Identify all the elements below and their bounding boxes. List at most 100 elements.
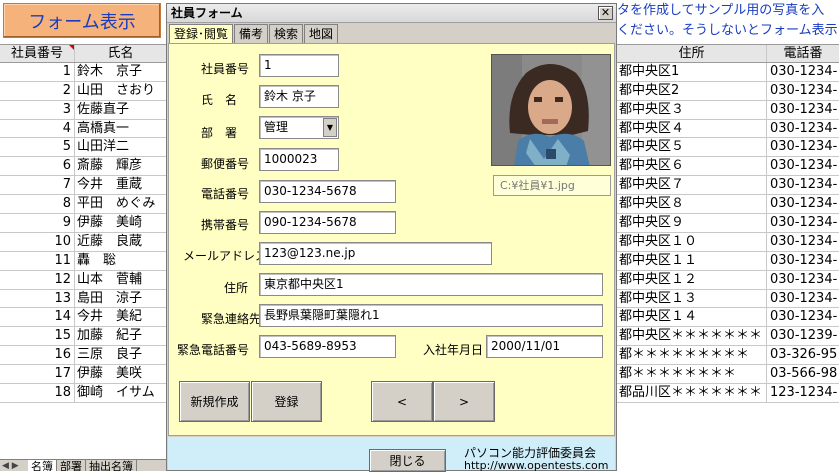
- cell-tel[interactable]: 03-326-95: [767, 346, 839, 364]
- close-icon[interactable]: ✕: [598, 6, 613, 20]
- sheet-tab-roster[interactable]: 名簿: [28, 460, 57, 471]
- cell-address[interactable]: 都中央区４: [617, 119, 767, 138]
- cell-name[interactable]: 平田 めぐみ: [75, 195, 166, 213]
- cell-tel[interactable]: 030-1234-: [767, 63, 839, 81]
- cell-address[interactable]: 都中央区５: [617, 138, 767, 157]
- tab-map[interactable]: 地図: [304, 24, 339, 43]
- cell-tel[interactable]: 123-1234-: [767, 384, 839, 402]
- address-field[interactable]: 東京都中央区1: [259, 273, 603, 296]
- cell-employee-id[interactable]: 18: [0, 384, 75, 402]
- cell-tel[interactable]: 030-1234-: [767, 214, 839, 232]
- name-field[interactable]: 鈴木 京子: [259, 85, 339, 108]
- cell-tel[interactable]: 030-1234-: [767, 195, 839, 213]
- organization-url[interactable]: http://www.opentests.com: [464, 460, 608, 471]
- cell-employee-id[interactable]: 15: [0, 327, 75, 346]
- cell-tel[interactable]: 030-1234-: [767, 101, 839, 119]
- cell-name[interactable]: 山田洋二: [75, 138, 166, 156]
- cell-address[interactable]: 都中央区１４: [617, 308, 767, 327]
- tab-notes[interactable]: 備考: [234, 24, 269, 43]
- cell-employee-id[interactable]: 7: [0, 176, 75, 195]
- cell-address[interactable]: 都中央区７: [617, 176, 767, 195]
- tab-search[interactable]: 検索: [269, 24, 304, 43]
- header-address[interactable]: 住所: [617, 45, 767, 62]
- cell-employee-id[interactable]: 16: [0, 346, 75, 365]
- photo-path-field[interactable]: C:¥社員¥1.jpg: [493, 175, 611, 196]
- cell-address[interactable]: 都＊＊＊＊＊＊＊＊＊: [617, 346, 767, 365]
- mobile-field[interactable]: 090-1234-5678: [259, 211, 396, 234]
- dept-select[interactable]: 管理 ▼: [259, 116, 339, 139]
- cell-employee-id[interactable]: 17: [0, 365, 75, 384]
- sheet-tab-nav-icon[interactable]: ◀ ▶: [0, 461, 28, 471]
- cell-address[interactable]: 都中央区６: [617, 157, 767, 176]
- cell-employee-id[interactable]: 5: [0, 138, 75, 157]
- cell-tel[interactable]: 030-1234-: [767, 308, 839, 326]
- cell-name[interactable]: 今井 美紀: [75, 308, 166, 326]
- zip-field[interactable]: 1000023: [259, 148, 339, 171]
- cell-name[interactable]: 伊藤 美崎: [75, 214, 166, 232]
- cell-name[interactable]: 島田 涼子: [75, 290, 166, 308]
- cell-employee-id[interactable]: 3: [0, 100, 75, 119]
- cell-name[interactable]: 山本 菅輔: [75, 271, 166, 289]
- cell-name[interactable]: 轟 聡: [75, 252, 166, 270]
- cell-address[interactable]: 都中央区1: [617, 62, 767, 81]
- cell-name[interactable]: 高橋真一: [75, 120, 166, 138]
- header-name[interactable]: 氏名: [75, 45, 166, 62]
- cell-tel[interactable]: 030-1234-: [767, 290, 839, 308]
- previous-record-button[interactable]: <: [371, 381, 433, 422]
- close-button[interactable]: 閉じる: [369, 449, 446, 472]
- cell-address[interactable]: 都中央区９: [617, 214, 767, 232]
- cell-address[interactable]: 都中央区８: [617, 195, 767, 214]
- cell-tel[interactable]: 030-1234-: [767, 176, 839, 194]
- cell-employee-id[interactable]: 11: [0, 251, 75, 270]
- cell-employee-id[interactable]: 14: [0, 308, 75, 327]
- cell-address[interactable]: 都中央区＊＊＊＊＊＊＊: [617, 327, 767, 346]
- cell-employee-id[interactable]: 13: [0, 289, 75, 308]
- cell-address[interactable]: 都＊＊＊＊＊＊＊＊: [617, 365, 767, 384]
- cell-employee-id[interactable]: 4: [0, 119, 75, 138]
- cell-address[interactable]: 都中央区１１: [617, 251, 767, 270]
- header-tel[interactable]: 電話番: [767, 45, 839, 62]
- sheet-tab-extract[interactable]: 抽出名簿: [86, 460, 137, 471]
- new-record-button[interactable]: 新規作成: [179, 381, 250, 422]
- cell-employee-id[interactable]: 12: [0, 270, 75, 289]
- register-button[interactable]: 登録: [251, 381, 322, 422]
- cell-employee-id[interactable]: 6: [0, 157, 75, 176]
- cell-employee-id[interactable]: 2: [0, 81, 75, 100]
- mail-field[interactable]: 123@123.ne.jp: [259, 242, 492, 265]
- cell-employee-id[interactable]: 9: [0, 214, 75, 232]
- cell-name[interactable]: 斎藤 輝彦: [75, 157, 166, 175]
- sheet-tab-dept[interactable]: 部署: [57, 460, 86, 471]
- cell-tel[interactable]: 030-1239-: [767, 327, 839, 345]
- employee-id-field[interactable]: 1: [259, 54, 339, 77]
- cell-tel[interactable]: 03-566-98: [767, 365, 839, 383]
- cell-address[interactable]: 都中央区2: [617, 81, 767, 100]
- cell-name[interactable]: 御崎 イサム: [75, 384, 166, 402]
- header-employee-id[interactable]: 社員番号: [0, 45, 75, 62]
- cell-name[interactable]: 鈴木 京子: [75, 63, 166, 81]
- next-record-button[interactable]: >: [433, 381, 495, 422]
- chevron-down-icon[interactable]: ▼: [323, 118, 337, 137]
- emergency-tel-field[interactable]: 043-5689-8953: [259, 335, 396, 358]
- form-show-button[interactable]: フォーム表示: [3, 3, 161, 38]
- cell-employee-id[interactable]: 1: [0, 62, 75, 81]
- tel-field[interactable]: 030-1234-5678: [259, 180, 396, 203]
- cell-name[interactable]: 山田 さおり: [75, 82, 166, 100]
- cell-address[interactable]: 都中央区３: [617, 100, 767, 119]
- cell-name[interactable]: 近藤 良蔵: [75, 233, 166, 251]
- cell-employee-id[interactable]: 10: [0, 232, 75, 251]
- cell-tel[interactable]: 030-1234-: [767, 252, 839, 270]
- cell-tel[interactable]: 030-1234-: [767, 271, 839, 289]
- cell-tel[interactable]: 030-1234-: [767, 157, 839, 175]
- cell-tel[interactable]: 030-1234-: [767, 120, 839, 138]
- cell-name[interactable]: 加藤 紀子: [75, 327, 166, 345]
- cell-address[interactable]: 都品川区＊＊＊＊＊＊＊: [617, 384, 767, 402]
- cell-address[interactable]: 都中央区１３: [617, 289, 767, 308]
- cell-tel[interactable]: 030-1234-: [767, 138, 839, 156]
- cell-address[interactable]: 都中央区１０: [617, 232, 767, 251]
- cell-name[interactable]: 三原 良子: [75, 346, 166, 364]
- form-titlebar[interactable]: 社員フォーム ✕: [167, 4, 616, 23]
- emergency-contact-field[interactable]: 長野県葉隠町葉隠れ1: [259, 304, 603, 327]
- cell-name[interactable]: 佐藤直子: [75, 101, 166, 119]
- cell-name[interactable]: 今井 重蔵: [75, 176, 166, 194]
- cell-tel[interactable]: 030-1234-: [767, 233, 839, 251]
